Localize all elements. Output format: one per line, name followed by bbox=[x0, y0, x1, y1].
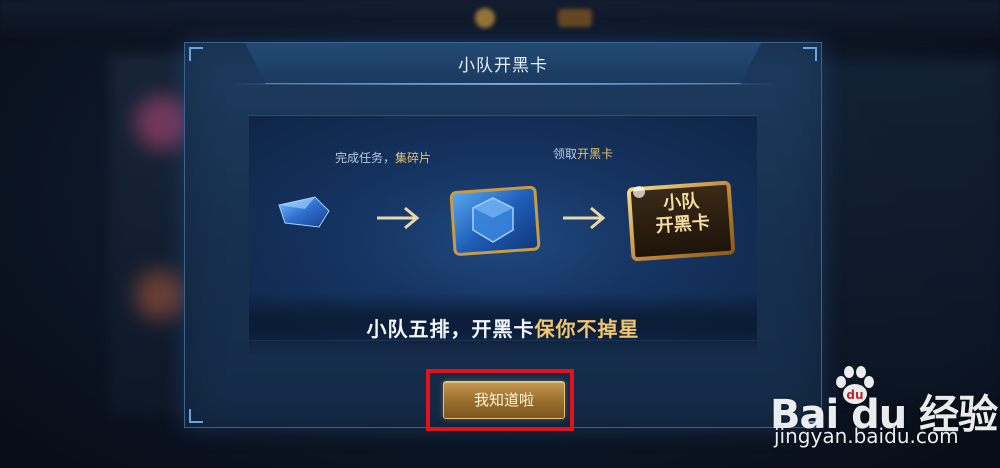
step-collect-label: 完成任务，集碎片 bbox=[335, 149, 431, 166]
step-claim-highlight: 开黑卡 bbox=[577, 147, 614, 161]
baidu-watermark: du Bai du 经验 jingyan.baidu.com bbox=[770, 362, 1000, 462]
background-right-panel bbox=[815, 60, 1000, 400]
card-face-text: 小队 开黑卡 bbox=[646, 190, 719, 239]
title-underline bbox=[225, 83, 781, 85]
game-screen: 小队开黑卡 完成任务，集碎片 领取开黑卡 小队 开黑卡 小队五排，开黑卡保你不掉… bbox=[0, 0, 1000, 468]
arrow-right-icon bbox=[377, 206, 420, 230]
step-collect-highlight: 集碎片 bbox=[395, 151, 432, 165]
background-top-bar bbox=[0, 0, 1000, 40]
slogan-highlight: 保你不掉星 bbox=[534, 317, 640, 341]
arrow-right-icon bbox=[563, 206, 606, 230]
dialog-title: 小队开黑卡 bbox=[458, 56, 548, 76]
button-highlight-frame bbox=[426, 369, 574, 431]
currency-badge-icon bbox=[558, 9, 592, 27]
step-claim-text: 领取 bbox=[553, 147, 578, 161]
background-avatar bbox=[135, 270, 185, 320]
slogan-text: 小队五排，开黑卡保你不掉星 bbox=[185, 313, 821, 342]
team-card-fragment-preview-icon bbox=[449, 186, 541, 256]
team-card-reward-icon: 小队 开黑卡 bbox=[625, 178, 737, 268]
step-collect-text: 完成任务， bbox=[335, 151, 396, 165]
dialog-corner-ornament bbox=[189, 409, 203, 423]
step-claim-label: 领取开黑卡 bbox=[553, 145, 613, 162]
coin-icon bbox=[475, 8, 495, 28]
watermark-url: jingyan.baidu.com bbox=[774, 424, 959, 448]
card-fragment-icon bbox=[278, 196, 330, 228]
slogan-prefix: 小队五排，开黑卡 bbox=[366, 317, 535, 341]
background-avatar bbox=[135, 95, 190, 150]
